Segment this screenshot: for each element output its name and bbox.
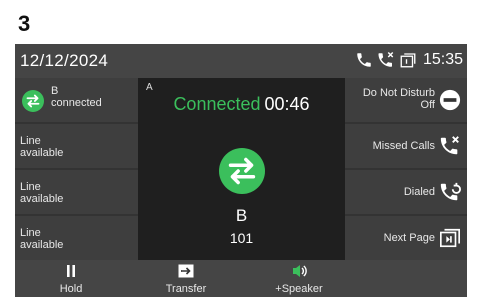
dialed-key[interactable]: Dialed	[345, 170, 467, 214]
next-page-key[interactable]: Next Page	[345, 216, 467, 260]
dialed-label: Dialed	[403, 186, 435, 198]
status-icons: 15:35	[355, 51, 463, 69]
missed-calls-key[interactable]: Missed Calls	[345, 124, 467, 168]
line-key-label: Bconnected	[51, 85, 102, 109]
speaker-label: +Speaker	[275, 283, 323, 295]
softkey-bar: Hold Transfer +Speaker	[15, 260, 467, 297]
date-label: 12/12/2024	[20, 51, 109, 70]
hold-softkey[interactable]: Hold	[21, 260, 121, 297]
hold-label: Hold	[59, 283, 83, 295]
missed-call-icon	[440, 136, 459, 155]
transfer-key-icon	[178, 264, 194, 278]
caller-name: B	[235, 206, 248, 225]
call-state: Connected 00:46	[138, 94, 345, 115]
transfer-icon	[22, 90, 44, 112]
line-key-label: Line available	[20, 227, 64, 251]
phone-icon	[357, 53, 371, 67]
missed-call-icon	[378, 51, 394, 67]
voicemail-icon	[400, 53, 416, 68]
dnd-label: Do Not Disturb Off	[362, 87, 435, 111]
status-bar: 12/12/2024 15:35	[15, 44, 467, 78]
call-panel: A Connected 00:46 B 101	[138, 78, 345, 260]
figure-number: 3	[18, 11, 31, 36]
next-page-icon	[440, 228, 460, 248]
line-keys: Bconnected Line available Line available L…	[15, 78, 138, 260]
line-key-b[interactable]: Bconnected	[15, 78, 138, 122]
caller-number: 101	[229, 230, 254, 246]
clock-label: 15:35	[422, 51, 463, 68]
dialed-icon	[440, 182, 461, 201]
transfer-label: Transfer	[165, 283, 207, 295]
line-key-2[interactable]: Line available	[15, 124, 138, 168]
missed-calls-label: Missed Calls	[372, 140, 435, 152]
speaker-softkey[interactable]: +Speaker	[249, 260, 349, 297]
call-timer: 00:46	[264, 94, 310, 114]
transfer-softkey[interactable]: Transfer	[136, 260, 236, 297]
pause-icon	[67, 265, 75, 277]
line-letter: A	[146, 82, 153, 93]
line-key-label: Line available	[20, 181, 64, 205]
speaker-icon	[293, 265, 307, 277]
dnd-icon	[439, 89, 461, 111]
line-key-3[interactable]: Line available	[15, 170, 138, 214]
connected-label: Connected	[173, 94, 261, 114]
transfer-icon	[219, 148, 265, 194]
phone-screen: 12/12/2024 15:35 Bconnected Line availabl…	[15, 44, 467, 297]
line-key-label: Line available	[20, 135, 64, 159]
next-page-label: Next Page	[383, 232, 435, 244]
function-keys: Do Not Disturb Off Missed Calls Dialed Ne…	[345, 78, 467, 260]
line-key-4[interactable]: Line available	[15, 216, 138, 260]
do-not-disturb-key[interactable]: Do Not Disturb Off	[345, 78, 467, 122]
